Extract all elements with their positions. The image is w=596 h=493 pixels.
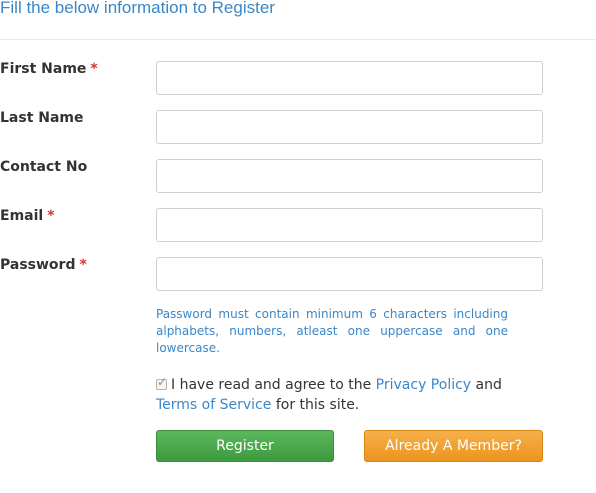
first-name-label: First Name * xyxy=(0,61,98,77)
required-mark: * xyxy=(90,61,98,77)
page-title: Fill the below information to Register xyxy=(0,0,275,17)
email-label: Email * xyxy=(0,208,55,224)
check-icon: ✓ xyxy=(157,375,168,389)
agree-checkbox[interactable]: ✓ xyxy=(156,375,168,390)
password-input[interactable] xyxy=(156,257,543,291)
last-name-input[interactable] xyxy=(156,110,543,144)
register-button[interactable]: Register xyxy=(156,430,334,462)
already-member-button[interactable]: Already A Member? xyxy=(364,430,543,462)
contact-no-input[interactable] xyxy=(156,159,543,193)
agree-terms: ✓ I have read and agree to the Privacy Po… xyxy=(156,375,502,413)
contact-no-label: Contact No xyxy=(0,159,88,175)
email-input[interactable] xyxy=(156,208,543,242)
last-name-label: Last Name xyxy=(0,110,84,126)
terms-of-service-link[interactable]: Terms of Service xyxy=(156,397,271,413)
required-mark: * xyxy=(47,208,55,224)
page-header: Fill the below information to Register xyxy=(0,0,596,40)
privacy-policy-link[interactable]: Privacy Policy xyxy=(376,377,471,393)
password-hint: Password must contain minimum 6 characte… xyxy=(156,307,508,355)
password-label: Password * xyxy=(0,257,87,273)
first-name-input[interactable] xyxy=(156,61,543,95)
required-mark: * xyxy=(79,257,87,273)
